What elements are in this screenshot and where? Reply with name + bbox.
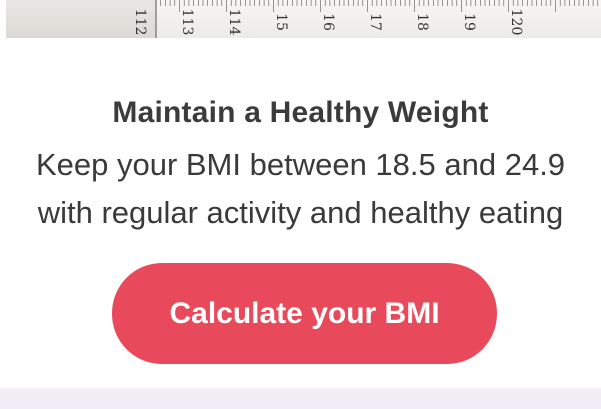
tape-number: 18 xyxy=(414,13,430,31)
measuring-tape-image: 112 113 114 15 16 17 18 19 120 xyxy=(6,0,601,38)
description-line-2: with regular activity and healthy eating xyxy=(37,195,564,230)
tape-number: 19 xyxy=(461,13,477,31)
tape-number: 15 xyxy=(273,13,289,31)
page: 112 113 114 15 16 17 18 19 120 Maintain a Health… xyxy=(0,0,601,409)
description: Keep your BMI between 18.5 and 24.9 with… xyxy=(0,141,601,237)
promo-card: Maintain a Healthy Weight Keep your BMI … xyxy=(0,38,601,388)
tape-number: 114 xyxy=(226,9,242,36)
measuring-tape-graphic: 112 113 114 15 16 17 18 19 120 xyxy=(132,0,601,38)
tape-number: 16 xyxy=(320,13,336,31)
tape-number: 113 xyxy=(179,9,195,36)
tape-number: 17 xyxy=(367,13,383,31)
headline: Maintain a Healthy Weight xyxy=(112,96,489,129)
tape-number: 112 xyxy=(132,9,148,36)
tape-number: 120 xyxy=(508,9,524,36)
calculate-bmi-button[interactable]: Calculate your BMI xyxy=(112,263,497,364)
bottom-bar xyxy=(0,388,601,409)
description-line-1: Keep your BMI between 18.5 and 24.9 xyxy=(35,147,566,182)
